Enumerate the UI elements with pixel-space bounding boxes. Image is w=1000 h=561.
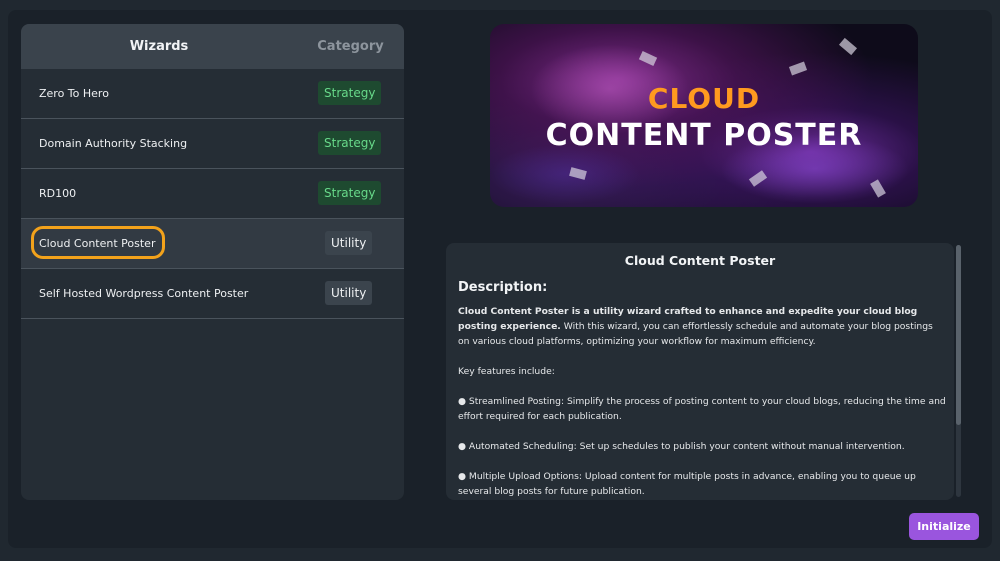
- table-row[interactable]: Zero To Hero Strategy: [21, 69, 404, 119]
- table-row[interactable]: RD100 Strategy: [21, 169, 404, 219]
- wizard-name: Cloud Content Poster: [39, 237, 156, 250]
- table-row[interactable]: Self Hosted Wordpress Content Poster Uti…: [21, 269, 404, 319]
- description-card: Cloud Content Poster Description: Cloud …: [446, 243, 954, 500]
- wizards-table: Wizards Category Zero To Hero Strategy D…: [21, 24, 404, 500]
- feature-item: ● Streamlined Posting: Simplify the proc…: [458, 396, 946, 422]
- table-row-selected[interactable]: Cloud Content Poster Utility: [21, 219, 404, 269]
- category-badge: Utility: [325, 231, 373, 255]
- scrollbar-thumb[interactable]: [956, 245, 961, 425]
- description-heading: Description:: [458, 280, 548, 295]
- wizard-name: Domain Authority Stacking: [39, 137, 188, 150]
- wizard-name: RD100: [39, 187, 77, 200]
- feature-item: ● Multiple Upload Options: Upload conten…: [458, 471, 916, 497]
- initialize-button[interactable]: Initialize: [909, 513, 979, 540]
- banner-title-line2: CONTENT POSTER: [545, 118, 863, 153]
- feature-item: ● Automated Scheduling: Set up schedules…: [458, 441, 905, 452]
- description-body: Cloud Content Poster is a utility wizard…: [458, 304, 946, 499]
- banner-title-line1: CLOUD: [647, 82, 761, 115]
- table-row[interactable]: Domain Authority Stacking Strategy: [21, 119, 404, 169]
- category-badge: Strategy: [318, 131, 382, 155]
- category-badge: Strategy: [318, 181, 382, 205]
- column-header-wizards[interactable]: Wizards: [21, 24, 297, 69]
- category-badge: Utility: [325, 281, 373, 305]
- column-header-category[interactable]: Category: [297, 24, 404, 69]
- description-scrollbar[interactable]: [956, 245, 961, 497]
- table-header: Wizards Category: [21, 24, 404, 69]
- description-title: Cloud Content Poster: [624, 253, 776, 268]
- category-badge: Strategy: [318, 81, 382, 105]
- wizard-name: Self Hosted Wordpress Content Poster: [39, 287, 249, 300]
- features-label: Key features include:: [458, 366, 555, 377]
- wizard-name: Zero To Hero: [39, 87, 109, 100]
- wizard-banner-image: CLOUD CONTENT POSTER: [490, 24, 918, 207]
